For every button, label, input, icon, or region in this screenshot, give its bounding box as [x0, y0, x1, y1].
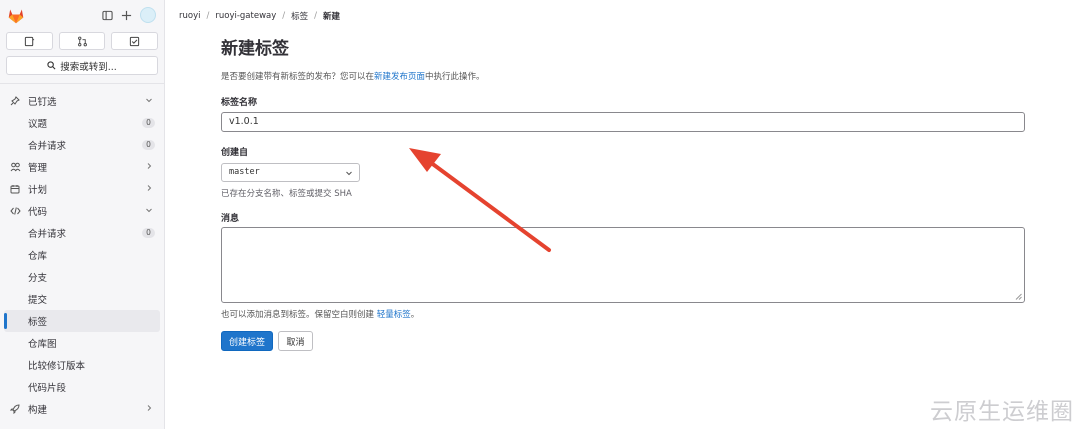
sidebar-item-label: 比较修订版本 [28, 361, 86, 372]
create-tag-button[interactable]: 创建标签 [221, 331, 273, 351]
sidebar-item-manage[interactable]: 管理 [0, 156, 164, 178]
page-description: 是否要创建带有新标签的发布？您可以在新建发布页面中执行此操作。 [221, 72, 485, 82]
sidebar-item-code[interactable]: 代码 [0, 200, 164, 222]
breadcrumb-item[interactable]: ruoyi [179, 11, 200, 21]
todos-shortcut-button[interactable] [111, 32, 159, 50]
sidebar-item-code-merge-requests[interactable]: 合并请求 0 [0, 222, 164, 244]
create-from-label: 创建自 [221, 148, 249, 158]
new-release-link[interactable]: 新建发布页面 [374, 72, 425, 82]
chevron-right-icon [147, 185, 152, 191]
message-label: 消息 [221, 214, 240, 224]
search-icon [47, 61, 56, 70]
sidebar-item-label: 分支 [28, 273, 48, 284]
issues-icon [24, 36, 34, 46]
merge-requests-shortcut-button[interactable] [58, 32, 106, 50]
sidebar-item-build[interactable]: 构建 [0, 398, 164, 420]
page-title: 新建标签 [221, 39, 289, 59]
new-tag-form: 新建标签 是否要创建带有新标签的发布？您可以在新建发布页面中执行此操作。 标签名… [221, 36, 1026, 351]
sidebar-item-label: 标签 [28, 317, 48, 328]
gitlab-logo-icon[interactable] [7, 8, 25, 24]
user-avatar[interactable] [140, 7, 156, 23]
chevron-right-icon [147, 163, 152, 169]
sidebar-item-snippets[interactable]: 代码片段 [0, 376, 164, 398]
breadcrumb: ruoyi / ruoyi-gateway / 标签 / 新建 [179, 10, 341, 22]
main-content: ruoyi / ruoyi-gateway / 标签 / 新建 新建标签 是否要… [165, 0, 1080, 429]
todo-check-icon [130, 36, 140, 46]
sidebar-item-issues[interactable]: 议题 0 [0, 112, 164, 134]
sidebar-item-label: 已钉选 [28, 97, 57, 108]
plus-icon[interactable] [121, 10, 132, 21]
sidebar-item-label: 议题 [28, 119, 48, 130]
sidebar-item-label: 仓库 [28, 251, 48, 262]
chevron-down-icon [146, 208, 152, 213]
sidebar-item-commits[interactable]: 提交 [0, 288, 164, 310]
lightweight-tag-link[interactable]: 轻量标签 [377, 310, 411, 320]
sidebar-item-tags[interactable]: 标签 [4, 310, 160, 332]
sidebar-item-label: 代码 [28, 207, 48, 218]
calendar-icon [10, 185, 20, 194]
sidebar-item-graph[interactable]: 仓库图 [0, 332, 164, 354]
create-from-value: master [229, 167, 260, 177]
sidebar-item-label: 构建 [28, 405, 48, 416]
chevron-down-icon [346, 171, 352, 176]
sidebar-nav: 已钉选 议题 0 合并请求 0 管理 计划 代码 合并请求 0 仓库 分支 提交… [0, 90, 164, 420]
count-badge: 0 [142, 228, 155, 238]
sidebar-item-pinned[interactable]: 已钉选 [0, 90, 164, 112]
sidebar-header [0, 0, 164, 32]
cancel-button[interactable]: 取消 [278, 331, 313, 351]
sidebar-item-label: 提交 [28, 295, 48, 306]
sidebar-item-label: 仓库图 [28, 339, 57, 350]
sidebar-item-label: 合并请求 [28, 229, 67, 240]
sidebar-item-label: 计划 [28, 185, 48, 196]
count-badge: 0 [142, 140, 155, 150]
breadcrumb-current: 新建 [323, 12, 341, 22]
watermark: 云原生运维圈 [930, 399, 1074, 425]
rocket-icon [10, 404, 20, 414]
sidebar-item-label: 管理 [28, 163, 48, 174]
breadcrumb-item[interactable]: 标签 [291, 10, 308, 22]
create-from-hint: 已存在分支名称、标签或提交 SHA [221, 189, 352, 199]
sidebar-item-compare[interactable]: 比较修订版本 [0, 354, 164, 376]
resize-handle-icon[interactable] [1015, 293, 1022, 300]
sidebar-toggle-icon[interactable] [102, 10, 113, 21]
sidebar-item-repository[interactable]: 仓库 [0, 244, 164, 266]
message-hint: 也可以添加消息到标签。保留空白则创建 轻量标签。 [221, 310, 420, 320]
code-icon [9, 207, 21, 215]
search-label: 搜索或转到... [60, 61, 117, 73]
search-button[interactable]: 搜索或转到... [6, 56, 158, 75]
pin-icon [10, 96, 20, 106]
chevron-down-icon [146, 98, 152, 103]
sidebar-item-label: 合并请求 [28, 141, 67, 152]
create-from-dropdown[interactable]: master [221, 163, 360, 182]
users-icon [10, 162, 20, 172]
issues-shortcut-button[interactable] [6, 32, 53, 50]
sidebar-item-label: 代码片段 [28, 383, 67, 394]
tag-name-input[interactable]: v1.0.1 [221, 112, 1025, 132]
breadcrumb-item[interactable]: ruoyi-gateway [215, 11, 276, 21]
sidebar: 搜索或转到... 已钉选 议题 0 合并请求 0 管理 计划 代码 合并请求 0… [0, 0, 165, 429]
sidebar-item-branches[interactable]: 分支 [0, 266, 164, 288]
merge-request-icon [77, 36, 87, 46]
chevron-right-icon [147, 405, 152, 411]
sidebar-item-plan[interactable]: 计划 [0, 178, 164, 200]
count-badge: 0 [142, 118, 155, 128]
tag-name-label: 标签名称 [221, 98, 258, 108]
message-textarea[interactable] [221, 227, 1025, 303]
sidebar-item-merge-requests[interactable]: 合并请求 0 [0, 134, 164, 156]
